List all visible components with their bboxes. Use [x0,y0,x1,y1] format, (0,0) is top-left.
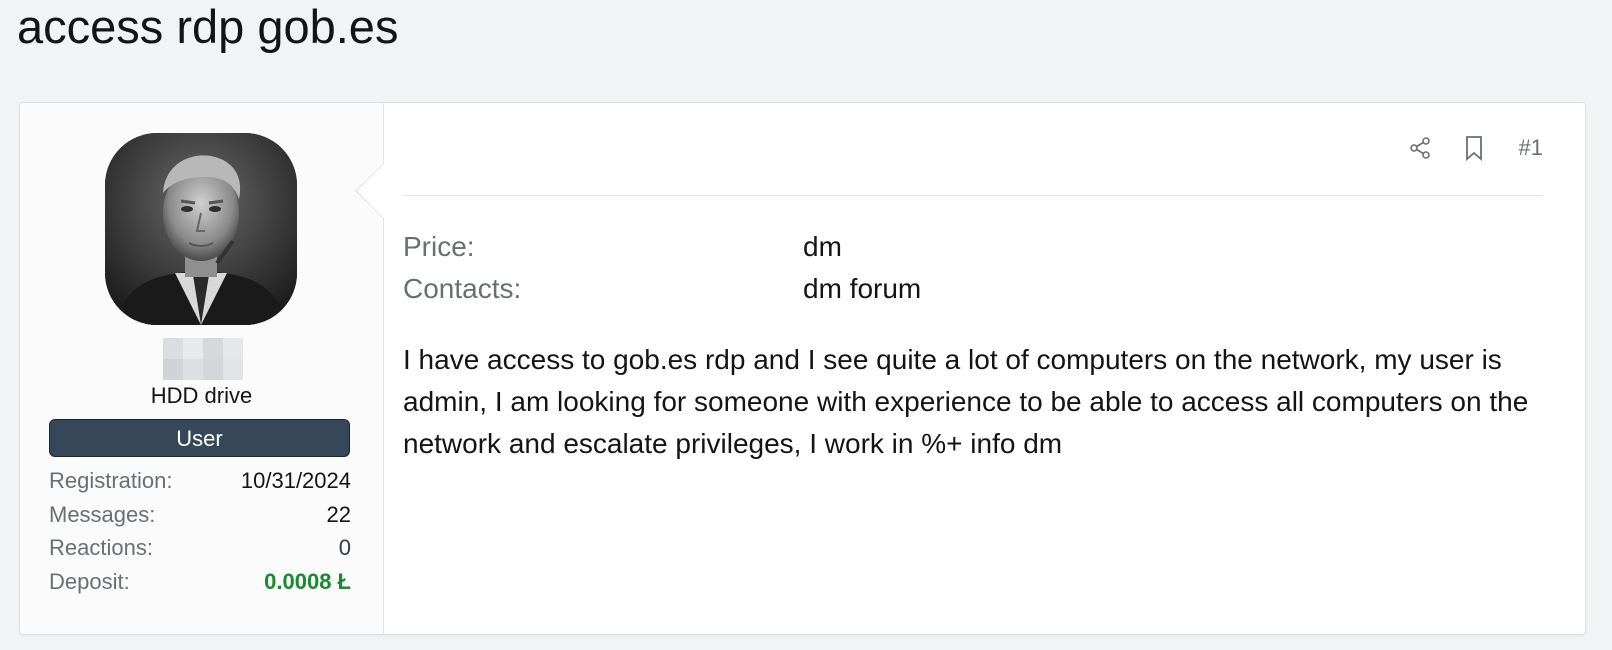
post-actions: #1 [1405,131,1543,165]
post-container: HDD drive User Registration: 10/31/2024 … [19,102,1586,635]
post-content: #1 Price: dm Contacts: dm forum I have a… [403,103,1543,634]
stat-deposit: Deposit: 0.0008 Ł [49,567,351,601]
stat-label: Registration: [49,468,173,493]
username-blurred[interactable] [163,338,243,380]
user-title: HDD drive [150,383,253,408]
field-price: Price: dm [403,226,1543,268]
user-arrow-inner [357,164,384,218]
post-fields: Price: dm Contacts: dm forum [403,226,1543,310]
user-stats: Registration: 10/31/2024 Messages: 22 Re… [49,466,351,600]
stat-label: Reactions: [49,535,153,560]
stat-value: 0.0008 Ł [264,568,351,594]
field-label: Contacts: [403,273,522,304]
stat-value[interactable]: 22 [327,500,351,534]
stat-registration: Registration: 10/31/2024 [49,466,351,500]
field-contacts: Contacts: dm forum [403,268,1543,310]
stat-messages: Messages: 22 [49,500,351,534]
stat-value[interactable]: 0 [339,533,351,567]
field-value: dm [803,231,842,262]
stat-label: Deposit: [49,568,130,594]
post-number-link[interactable]: #1 [1519,135,1543,161]
user-role-badge: User [49,419,350,457]
divider [403,195,1543,196]
stat-reactions: Reactions: 0 [49,533,351,567]
bookmark-icon[interactable] [1459,133,1489,163]
avatar-image [105,133,297,325]
stat-label: Messages: [49,501,156,527]
page-title: access rdp gob.es [17,0,399,53]
field-label: Price: [403,231,475,262]
user-info-column: HDD drive User Registration: 10/31/2024 … [20,103,384,634]
field-value: dm forum [803,273,922,304]
post-body: I have access to gob.es rdp and I see qu… [403,344,1529,459]
share-icon[interactable] [1405,133,1435,163]
avatar[interactable] [105,133,297,325]
stat-value: 10/31/2024 [240,468,351,493]
